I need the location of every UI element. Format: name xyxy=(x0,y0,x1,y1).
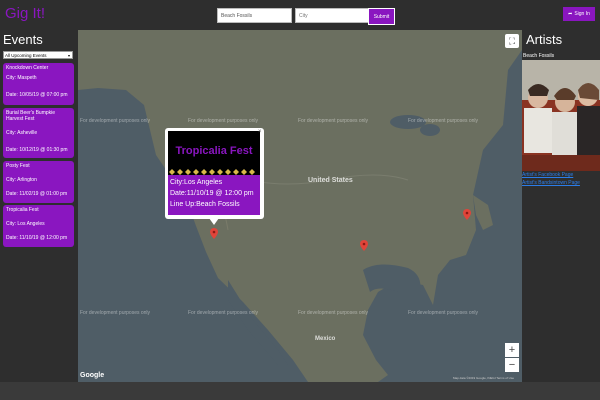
event-date: Date: 11/10/19 @ 12:00 pm xyxy=(6,235,68,241)
sign-in-label: Sign In xyxy=(574,11,590,17)
app-logo[interactable]: Gig It! xyxy=(5,5,45,22)
zoom-out-button[interactable]: − xyxy=(505,358,519,372)
country-label: Mexico xyxy=(315,336,336,342)
events-filter-value: All Upcoming Events xyxy=(5,52,47,58)
map-watermark: For development purposes only xyxy=(298,118,369,124)
events-title: Events xyxy=(3,32,43,47)
fullscreen-icon: ⛶ xyxy=(508,35,516,46)
map-watermark: For development purposes only xyxy=(80,310,151,316)
map-watermark: For development purposes only xyxy=(298,310,369,316)
page-footer xyxy=(0,382,600,400)
event-card[interactable]: Posty Fest City: Arlington Date: 11/02/1… xyxy=(3,161,74,203)
map-terrain xyxy=(78,30,522,382)
fullscreen-button[interactable]: ⛶ xyxy=(505,34,519,48)
info-window-title: Tropicalia Fest xyxy=(168,131,260,171)
artist-search-input[interactable] xyxy=(217,8,292,23)
event-name: Burial Beer's Bumpkie Harvest Fest xyxy=(6,110,56,122)
sign-in-icon: ➦ xyxy=(568,11,573,17)
event-date: Date: 10/05/19 @ 07:00 pm xyxy=(6,92,68,98)
map-watermark: For development purposes only xyxy=(408,310,479,316)
map-watermark: For development purposes only xyxy=(408,118,479,124)
event-city: City: Maspeth xyxy=(6,75,37,81)
map-marker-icon[interactable] xyxy=(210,228,218,239)
submit-button[interactable]: Submit xyxy=(368,8,395,25)
info-window-tail xyxy=(209,218,219,225)
artist-bandsintown-link[interactable]: Artist's Bandsintown Page xyxy=(522,180,580,186)
event-city: City: Arlington xyxy=(6,177,37,183)
plus-icon: + xyxy=(508,344,516,356)
artist-photo xyxy=(522,60,600,171)
map-marker-icon[interactable] xyxy=(360,240,368,251)
country-label: United States xyxy=(308,177,353,184)
map-info-window: Tropicalia Fest City:Los Angeles Date:11… xyxy=(165,128,264,219)
event-name: Tropicalia Fest xyxy=(6,207,39,213)
info-window-date: Date:11/10/19 @ 12:00 pm xyxy=(170,190,254,197)
event-card[interactable]: Tropicalia Fest City: Los Angeles Date: … xyxy=(3,205,74,247)
info-window-lineup: Line Up:Beach Fossils xyxy=(170,201,240,208)
map-view[interactable]: For development purposes only For develo… xyxy=(78,30,522,382)
event-card[interactable]: Knockdown Center City: Maspeth Date: 10/… xyxy=(3,63,74,105)
event-card[interactable]: Burial Beer's Bumpkie Harvest Fest City:… xyxy=(3,108,74,158)
event-name: Posty Fest xyxy=(6,163,30,169)
top-navbar: Gig It! Submit ➦ Sign In xyxy=(0,0,600,30)
event-name: Knockdown Center xyxy=(6,65,49,71)
event-date: Date: 11/02/19 @ 01:00 pm xyxy=(6,191,68,197)
map-marker-icon[interactable] xyxy=(463,209,471,220)
event-city: City: Asheville xyxy=(6,130,38,136)
info-window-city: City:Los Angeles xyxy=(170,179,223,186)
artist-facebook-link[interactable]: Artist's Facebook Page xyxy=(522,172,573,178)
events-filter-select[interactable]: All Upcoming Events ▾ xyxy=(3,51,73,59)
minus-icon: − xyxy=(508,359,516,371)
info-window-details: City:Los Angeles Date:11/10/19 @ 12:00 p… xyxy=(168,175,260,215)
zoom-in-button[interactable]: + xyxy=(505,343,519,357)
sign-in-button[interactable]: ➦ Sign In xyxy=(563,7,595,21)
artists-title: Artists xyxy=(526,32,563,47)
event-date: Date: 10/12/19 @ 01:30 pm xyxy=(6,147,68,153)
city-search-input[interactable] xyxy=(295,8,370,23)
band-photo xyxy=(522,60,600,171)
map-terms[interactable]: Map data ©2019 Google, INEGI Terms of Us… xyxy=(453,376,514,380)
artist-name: Beach Fossils xyxy=(523,53,555,59)
map-watermark: For development purposes only xyxy=(80,118,151,124)
map-watermark: For development purposes only xyxy=(188,310,259,316)
event-city: City: Los Angeles xyxy=(6,221,45,227)
chevron-down-icon: ▾ xyxy=(67,52,70,58)
google-logo: Google xyxy=(80,372,105,379)
map-watermark: For development purposes only xyxy=(188,118,259,124)
close-icon[interactable]: × xyxy=(258,129,262,135)
